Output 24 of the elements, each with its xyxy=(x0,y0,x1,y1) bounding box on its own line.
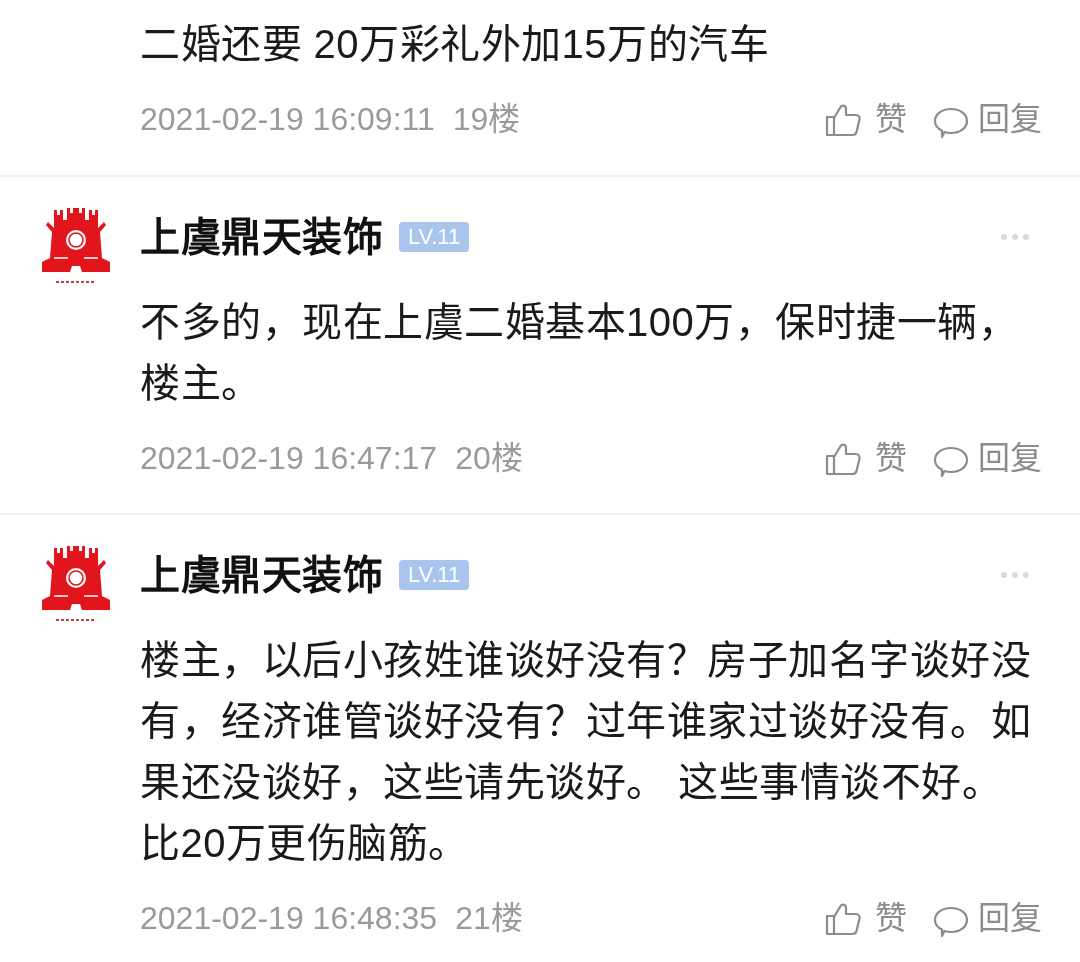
timestamp: 2021-02-19 16:48:35 xyxy=(140,899,438,938)
level-badge: LV.11 xyxy=(399,560,470,590)
floor-number: 20楼 xyxy=(455,439,523,478)
level-badge: LV.11 xyxy=(399,222,470,252)
like-button[interactable]: 赞 xyxy=(825,99,907,139)
comment-text: 楼主，以后小孩姓谁谈好没有？房子加名字谈好没有，经济谁管谈好没有？过年谁家过谈好没有。如果还没谈好，这些请先谈好。 这些事情谈不好。比20万更伤脑筋。 xyxy=(140,637,1032,867)
reply-button[interactable]: 回复 xyxy=(933,898,1042,938)
more-icon[interactable] xyxy=(1000,233,1030,241)
speech-bubble-icon xyxy=(933,904,969,938)
floor-number: 21楼 xyxy=(455,899,523,938)
more-icon[interactable] xyxy=(1000,571,1030,579)
reply-button[interactable]: 回复 xyxy=(933,438,1042,478)
author-name: 上虞鼎天装饰 xyxy=(140,214,383,261)
comment-text: 二婚还要 20万彩礼外加15万的汽车 xyxy=(140,21,771,68)
floor-number: 19楼 xyxy=(452,100,521,139)
comment-text: 不多的，现在上虞二婚基本100万，保时捷一辆，楼主。 xyxy=(140,299,1020,407)
speech-bubble-icon xyxy=(933,105,969,139)
like-button[interactable]: 赞 xyxy=(825,438,907,478)
speech-bubble-icon xyxy=(933,444,969,478)
like-button[interactable]: 赞 xyxy=(825,898,907,938)
author-name: 上虞鼎天装饰 xyxy=(140,552,383,599)
reply-button[interactable]: 回复 xyxy=(933,99,1042,139)
timestamp: 2021-02-19 16:09:11 xyxy=(140,100,435,139)
timestamp: 2021-02-19 16:47:17 xyxy=(140,439,438,478)
